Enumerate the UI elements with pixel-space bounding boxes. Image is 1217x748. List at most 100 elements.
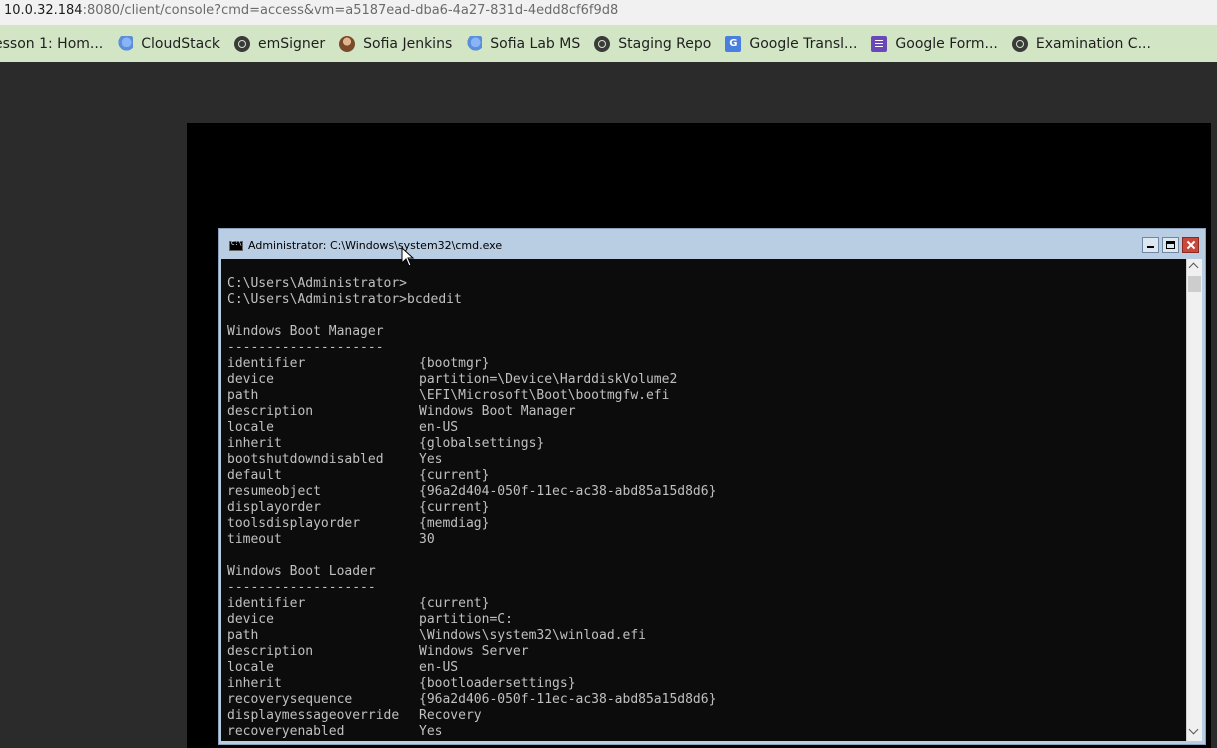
console-line: C:\Users\Administrator>bcdedit xyxy=(227,292,462,307)
bookmark-label: Google Form... xyxy=(895,35,998,52)
row-value: Windows Boot Manager xyxy=(419,404,576,419)
row-value: Recovery xyxy=(419,708,482,723)
row-value: Yes xyxy=(419,452,443,467)
bookmark-label: esson 1: Hom... xyxy=(0,35,104,52)
console-row: identifier {bootmgr} xyxy=(227,356,716,372)
bookmark-cloudstack[interactable]: CloudStack xyxy=(117,35,220,52)
row-value: {current} xyxy=(419,500,490,515)
bookmark-sofia-lab-ms[interactable]: Sofia Lab MS xyxy=(466,35,581,52)
row-value: \EFI\Microsoft\Boot\bootmgfw.efi xyxy=(419,388,670,403)
bookmark-label: emSigner xyxy=(258,35,326,52)
scroll-thumb[interactable] xyxy=(1188,276,1201,292)
maximize-button[interactable] xyxy=(1162,237,1179,253)
console-row: displaymessageoverride Recovery xyxy=(227,708,716,724)
row-value: {96a2d404-050f-11ec-ac38-abd85a15d8d6} xyxy=(419,484,717,499)
console-row: identifier {current} xyxy=(227,596,716,612)
section-rule: -------------------- xyxy=(227,340,384,355)
row-key: default xyxy=(227,468,282,483)
address-bar[interactable]: 10.0.32.184:8080/client/console?cmd=acce… xyxy=(0,0,1217,25)
google-forms-icon xyxy=(871,35,888,52)
row-key: inherit xyxy=(227,436,282,451)
globe-icon xyxy=(234,35,250,52)
bookmark-google-forms[interactable]: Google Form... xyxy=(871,35,998,52)
globe-icon xyxy=(1011,35,1028,52)
row-value: {current} xyxy=(419,596,490,611)
row-key: resumeobject xyxy=(227,484,321,499)
bookmark-label: CloudStack xyxy=(141,35,220,52)
console-line: C:\Users\Administrator> xyxy=(227,276,408,291)
row-value: {current} xyxy=(419,468,490,483)
console-output[interactable]: C:\Users\Administrator> C:\Users\Adminis… xyxy=(221,259,1186,741)
cloud-icon xyxy=(466,35,483,52)
globe-icon xyxy=(594,35,611,52)
row-value: Windows Server xyxy=(419,644,529,659)
row-key: locale xyxy=(227,660,274,675)
row-value: {globalsettings} xyxy=(419,436,545,451)
row-key: toolsdisplayorder xyxy=(227,516,361,531)
console-row: bootshutdowndisabled Yes xyxy=(227,452,716,468)
row-value: {bootloadersettings} xyxy=(419,676,576,691)
row-value: 30 xyxy=(419,532,435,547)
cloud-icon xyxy=(117,35,134,52)
cmd-icon xyxy=(229,240,243,251)
cmd-titlebar[interactable]: Administrator: C:\Windows\system32\cmd.e… xyxy=(219,229,1205,259)
console-row: description Windows Server xyxy=(227,644,716,660)
bookmark-lesson[interactable]: esson 1: Hom... xyxy=(0,36,103,52)
url-host: 10.0.32.184 xyxy=(4,3,83,18)
row-value: partition=\Device\HarddiskVolume2 xyxy=(419,372,678,387)
row-key: device xyxy=(227,372,274,387)
row-value: {bootmgr} xyxy=(419,356,490,371)
row-key: description xyxy=(227,404,314,419)
row-key: timeout xyxy=(227,532,282,547)
bookmarks-bar: esson 1: Hom... CloudStack emSigner Sofi… xyxy=(0,25,1217,63)
console-row: locale en-US xyxy=(227,420,716,436)
console-row: timeout 30 xyxy=(227,532,716,548)
close-button[interactable] xyxy=(1182,237,1199,253)
url-path: :8080/client/console?cmd=access&vm=a5187… xyxy=(82,3,619,18)
row-key: path xyxy=(227,388,259,403)
bookmark-label: Sofia Lab MS xyxy=(490,35,581,52)
minimize-button[interactable] xyxy=(1142,237,1159,253)
console-row: device partition=C: xyxy=(227,612,716,628)
cmd-window[interactable]: Administrator: C:\Windows\system32\cmd.e… xyxy=(218,228,1206,745)
cmd-title: Administrator: C:\Windows\system32\cmd.e… xyxy=(248,239,503,252)
console-row: device partition=\Device\HarddiskVolume2 xyxy=(227,372,716,388)
row-key: recoverysequence xyxy=(227,692,353,707)
console-row: inherit {bootloadersettings} xyxy=(227,676,716,692)
bookmark-examination[interactable]: Examination C... xyxy=(1011,35,1151,52)
section-rule: ------------------- xyxy=(227,580,376,595)
section-header: Windows Boot Loader xyxy=(227,564,376,579)
console-row: default {current} xyxy=(227,468,716,484)
console-row: displayorder {current} xyxy=(227,500,716,516)
scroll-up-arrow-icon[interactable] xyxy=(1187,259,1202,275)
row-value: {96a2d406-050f-11ec-ac38-abd85a15d8d6} xyxy=(419,692,717,707)
console-row: inherit {globalsettings} xyxy=(227,436,716,452)
bookmark-google-translate[interactable]: G Google Transl... xyxy=(725,35,857,52)
row-key: recoveryenabled xyxy=(227,724,345,739)
row-key: inherit xyxy=(227,676,282,691)
bookmark-staging-repo[interactable]: Staging Repo xyxy=(594,35,712,52)
row-value: partition=C: xyxy=(419,612,513,627)
console-row: path \Windows\system32\winload.efi xyxy=(227,628,716,644)
bookmark-emsigner[interactable]: emSigner xyxy=(234,35,326,52)
row-value: Yes xyxy=(419,724,443,739)
row-key: bootshutdowndisabled xyxy=(227,452,384,467)
row-key: identifier xyxy=(227,596,306,611)
google-translate-icon: G xyxy=(725,35,742,52)
bookmark-label: Staging Repo xyxy=(618,35,712,52)
row-key: displayorder xyxy=(227,500,321,515)
section-header: Windows Boot Manager xyxy=(227,324,384,339)
scroll-down-arrow-icon[interactable] xyxy=(1187,725,1202,741)
bookmark-sofia-jenkins[interactable]: Sofia Jenkins xyxy=(339,35,453,52)
vertical-scrollbar[interactable] xyxy=(1186,259,1202,741)
console-row: locale en-US xyxy=(227,660,716,676)
row-key: locale xyxy=(227,420,274,435)
console-row: description Windows Boot Manager xyxy=(227,404,716,420)
bookmark-label: Sofia Jenkins xyxy=(363,35,453,52)
row-value: \Windows\system32\winload.efi xyxy=(419,628,646,643)
console-row: recoveryenabled Yes xyxy=(227,724,716,740)
console-row: recoverysequence {96a2d406-050f-11ec-ac38… xyxy=(227,692,716,708)
bookmark-label: Examination C... xyxy=(1035,35,1151,52)
row-key: path xyxy=(227,628,259,643)
row-value: en-US xyxy=(419,420,459,435)
